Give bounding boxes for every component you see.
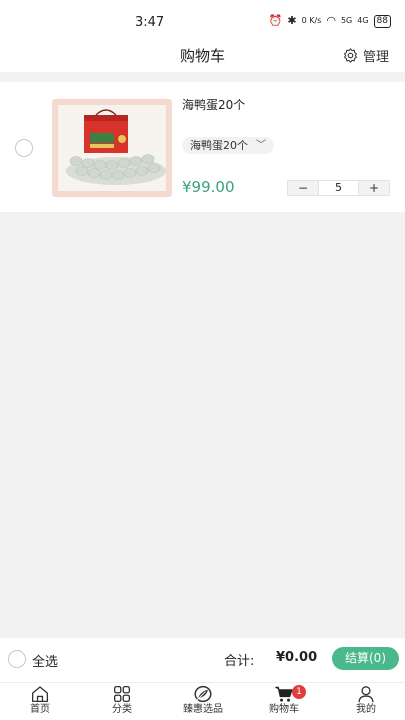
grid-icon xyxy=(113,685,131,703)
tab-category[interactable]: 分类 xyxy=(87,685,157,717)
gear-icon xyxy=(344,48,357,63)
product-image[interactable] xyxy=(52,99,172,197)
tab-home[interactable]: 首页 xyxy=(5,685,75,717)
egg-box-image xyxy=(58,105,166,191)
status-time: 3:47 xyxy=(135,15,165,30)
manage-button[interactable]: 管理 xyxy=(342,46,389,65)
signal-4g: 4G xyxy=(357,16,369,25)
total-value: ¥0.00 xyxy=(276,650,318,665)
signal-5g: 5G xyxy=(340,16,353,25)
select-all-radio[interactable] xyxy=(8,650,26,668)
wifi-icon: ◠ xyxy=(326,14,336,27)
select-all-label[interactable]: 全选 xyxy=(32,651,58,670)
leaf-icon xyxy=(194,685,212,703)
battery-icon: 88 xyxy=(373,14,391,28)
tab-mine[interactable]: 我的 xyxy=(331,685,401,717)
tab-cart[interactable]: 1 购物车 xyxy=(249,685,319,717)
cart-icon xyxy=(275,686,293,702)
status-bar: 3:47 ⏰ ✱ 0 K/s ◠ 5G 4G 88 xyxy=(0,0,405,40)
bluetooth-icon: ✱ xyxy=(287,14,297,27)
quantity-stepper: − 5 + xyxy=(287,180,390,196)
sku-label: 海鸭蛋20个 xyxy=(190,139,248,152)
increase-button[interactable]: + xyxy=(358,180,390,196)
product-price: ¥99.00 xyxy=(182,178,235,196)
cart-badge: 1 xyxy=(292,685,306,699)
checkout-bar: 全选 合计: ¥0.00 结算(0) xyxy=(0,638,405,682)
product-name[interactable]: 海鸭蛋20个 xyxy=(182,96,245,113)
item-select-radio[interactable] xyxy=(15,139,33,157)
chevron-down-icon: ﹀ xyxy=(256,140,266,151)
tab-label: 我的 xyxy=(356,704,376,715)
product-image-frame xyxy=(58,105,166,191)
sku-selector[interactable]: 海鸭蛋20个 ﹀ xyxy=(182,137,274,154)
decrease-button[interactable]: − xyxy=(287,180,319,196)
quantity-input[interactable]: 5 xyxy=(319,180,358,196)
alarm-icon: ⏰ xyxy=(268,14,283,27)
user-icon xyxy=(358,686,374,703)
tab-label: 臻惠选品 xyxy=(183,704,223,715)
total-label: 合计: xyxy=(224,654,255,669)
tab-label: 首页 xyxy=(30,704,50,715)
cart-item: 海鸭蛋20个 海鸭蛋20个 ﹀ ¥99.00 − 5 + xyxy=(0,82,405,212)
tab-bar: 首页 分类 臻惠选品 1 购物车 我的 xyxy=(0,682,405,720)
tab-featured[interactable]: 臻惠选品 xyxy=(168,685,238,717)
status-icons: ⏰ ✱ 0 K/s ◠ 5G 4G 88 xyxy=(269,14,391,28)
checkout-button[interactable]: 结算(0) xyxy=(332,647,399,670)
network-speed: 0 K/s xyxy=(301,16,322,25)
home-icon xyxy=(31,686,49,703)
manage-label: 管理 xyxy=(362,50,389,65)
tab-label: 购物车 xyxy=(269,704,299,715)
tab-label: 分类 xyxy=(112,704,132,715)
nav-bar: 购物车 管理 xyxy=(0,40,405,72)
